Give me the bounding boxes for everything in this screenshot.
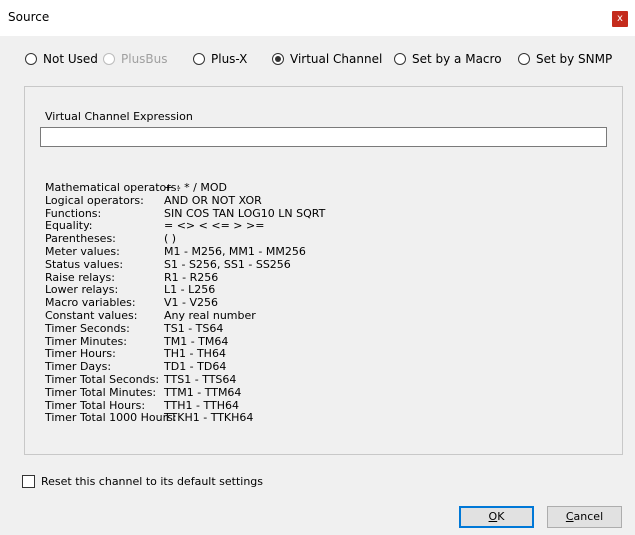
operator-key: Status values: <box>45 257 124 271</box>
radio-label: Set by SNMP <box>536 52 613 66</box>
operator-value: TTKH1 - TTKH64 <box>164 411 254 425</box>
operator-key: Timer Total Seconds: <box>45 372 160 386</box>
operator-value: AND OR NOT XOR <box>164 193 262 207</box>
operator-key: Logical operators: <box>45 193 144 207</box>
radio-circle-icon <box>193 53 205 65</box>
radio-circle-icon <box>25 53 37 65</box>
window-title: Source <box>8 10 50 24</box>
operator-value: TTM1 - TTM64 <box>164 385 242 399</box>
operator-row: Status values: S1 - S256, SS1 - SS256 <box>45 257 325 272</box>
operator-key: Mathematical operators: <box>45 181 181 194</box>
operator-value: = <> < <= > >= <box>164 219 265 233</box>
operators-reference: Mathematical operators: + - * / MOD Logic… <box>45 181 325 425</box>
operator-row: Timer Total Seconds: TTS1 - TTS64 <box>45 372 325 387</box>
operator-value: + - * / MOD <box>164 181 227 194</box>
close-button[interactable]: x <box>612 11 628 27</box>
operator-key: Timer Total 1000 Hours: <box>45 411 177 425</box>
radio-label: Set by a Macro <box>412 52 502 66</box>
operator-value: TS1 - TS64 <box>164 321 224 335</box>
radio-circle-icon <box>394 53 406 65</box>
operator-key: Timer Seconds: <box>45 321 130 335</box>
operator-row: Timer Seconds: TS1 - TS64 <box>45 321 325 336</box>
radio-set-by-macro[interactable]: Set by a Macro <box>394 48 502 70</box>
reset-label: Reset this channel to its default settin… <box>41 475 264 488</box>
operator-row: Meter values: M1 - M256, MM1 - MM256 <box>45 244 325 259</box>
operator-value: M1 - M256, MM1 - MM256 <box>164 244 306 258</box>
operator-value: TTS1 - TTS64 <box>164 372 237 386</box>
operator-row: Mathematical operators: + - * / MOD <box>45 181 325 195</box>
title-bar: Source x <box>0 0 635 36</box>
radio-plus-x[interactable]: Plus-X <box>193 48 247 70</box>
ok-label: K <box>497 510 505 523</box>
radio-circle-icon <box>518 53 530 65</box>
source-radio-group: Not Used PlusBus Plus-X Virtual Channel … <box>0 48 635 70</box>
operator-value: Any real number <box>164 308 256 322</box>
close-icon: x <box>617 13 623 24</box>
operator-key: Meter values: <box>45 244 120 258</box>
radio-label: Virtual Channel <box>290 52 383 66</box>
radio-virtual-channel[interactable]: Virtual Channel <box>272 48 382 70</box>
radio-label: Plus-X <box>211 52 248 66</box>
operator-row: Constant values: Any real number <box>45 308 325 323</box>
operator-key: Constant values: <box>45 308 138 322</box>
radio-set-by-snmp[interactable]: Set by SNMP <box>518 48 612 70</box>
checkbox-icon <box>22 475 35 488</box>
radio-label: PlusBus <box>121 52 168 66</box>
radio-label: Not Used <box>43 52 98 66</box>
reset-checkbox[interactable]: Reset this channel to its default settin… <box>22 475 263 488</box>
operator-value: S1 - S256, SS1 - SS256 <box>164 257 291 271</box>
expression-input[interactable] <box>40 127 607 147</box>
radio-not-used[interactable]: Not Used <box>25 48 98 70</box>
radio-circle-icon <box>103 53 115 65</box>
cancel-label: ancel <box>573 510 604 523</box>
operator-key: Timer Total Minutes: <box>45 385 157 399</box>
radio-selected-icon <box>272 53 284 65</box>
ok-mnemonic: O <box>488 510 498 523</box>
ok-button[interactable]: OK <box>459 506 534 528</box>
expression-label: Virtual Channel Expression <box>45 110 193 123</box>
radio-plusbus: PlusBus <box>103 48 168 70</box>
operator-row: Logical operators: AND OR NOT XOR <box>45 193 325 208</box>
operator-row: Timer Total 1000 Hours: TTKH1 - TTKH64 <box>45 412 325 425</box>
cancel-mnemonic: C <box>565 510 574 523</box>
operator-row: Timer Total Minutes: TTM1 - TTM64 <box>45 385 325 400</box>
cancel-button[interactable]: Cancel <box>547 506 622 528</box>
